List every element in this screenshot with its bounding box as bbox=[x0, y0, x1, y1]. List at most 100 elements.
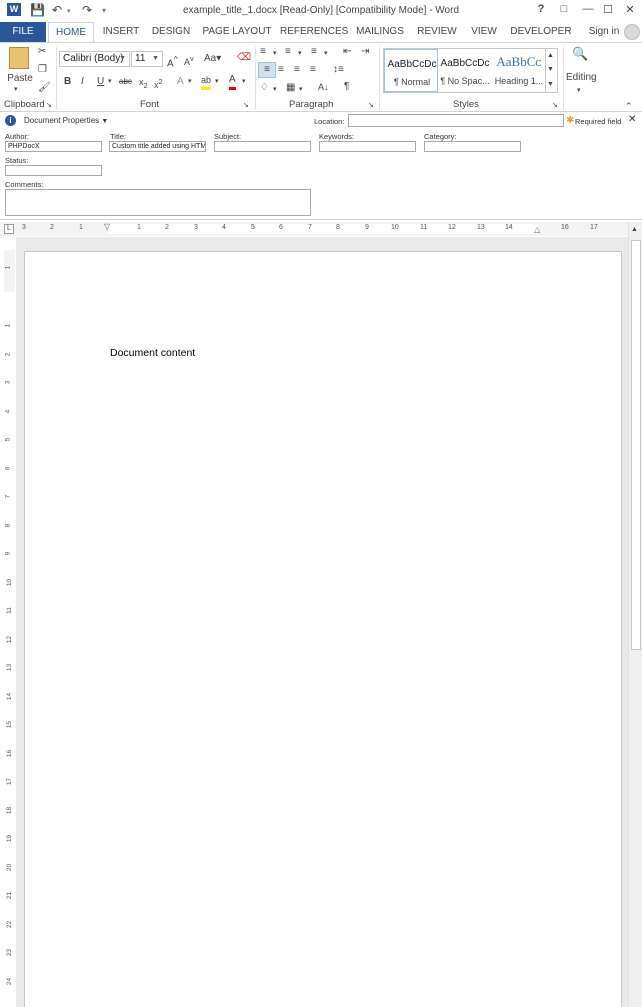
numbering-dropdown-icon[interactable]: ▾ bbox=[298, 47, 302, 61]
document-body-text[interactable]: Document content bbox=[110, 347, 195, 359]
paste-button[interactable]: Paste bbox=[4, 72, 36, 86]
tab-mailings[interactable]: MAILINGS bbox=[352, 22, 408, 42]
align-left-button[interactable]: ≡ bbox=[258, 62, 276, 78]
font-name-combo[interactable]: Calibri (Body) ▼ bbox=[59, 51, 130, 67]
font-color-icon[interactable]: A bbox=[229, 73, 236, 90]
show-formatting-marks-icon[interactable]: ¶ bbox=[344, 80, 349, 94]
tab-review[interactable]: REVIEW bbox=[414, 22, 460, 42]
multilevel-list-icon[interactable]: ≡ bbox=[311, 45, 317, 59]
tab-references[interactable]: REFERENCES bbox=[280, 22, 348, 42]
collapse-ribbon-icon[interactable]: ⌃ bbox=[625, 99, 633, 113]
copy-icon[interactable]: ❐ bbox=[38, 63, 47, 77]
multilevel-list-dropdown-icon[interactable]: ▾ bbox=[324, 47, 328, 61]
vertical-scrollbar[interactable]: ▲ bbox=[628, 222, 642, 1007]
text-effects-icon[interactable]: A bbox=[177, 75, 184, 89]
shrink-font-icon[interactable]: Av bbox=[184, 52, 194, 69]
vertical-ruler-tick-label: 1 bbox=[4, 265, 12, 270]
text-effects-dropdown-icon[interactable]: ▾ bbox=[188, 75, 192, 89]
paste-icon[interactable] bbox=[9, 47, 29, 69]
tab-home[interactable]: HOME bbox=[48, 22, 94, 43]
ruler-tick-label: 1 bbox=[79, 224, 83, 231]
scroll-up-icon[interactable]: ▲ bbox=[631, 223, 638, 237]
clear-formatting-icon[interactable]: ⌫ bbox=[237, 51, 251, 65]
close-icon[interactable]: ✕ bbox=[628, 114, 636, 125]
horizontal-ruler[interactable]: L ▽ △ 3 2 1 1 2 3 4 5 6 7 8 9 10 11 12 1… bbox=[0, 222, 628, 236]
paste-dropdown-icon[interactable]: ▾ bbox=[14, 83, 18, 97]
category-field[interactable] bbox=[424, 141, 521, 152]
bullets-dropdown-icon[interactable]: ▾ bbox=[273, 47, 277, 61]
style-heading-1[interactable]: AaBbCᴄ Heading 1... bbox=[492, 49, 546, 92]
maximize-button[interactable]: ☐ bbox=[598, 3, 618, 16]
borders-icon[interactable]: ▦ bbox=[286, 81, 295, 95]
editing-dropdown-icon[interactable]: ▾ bbox=[577, 84, 581, 98]
font-size-combo[interactable]: 11 ▼ bbox=[131, 51, 163, 67]
line-spacing-icon[interactable]: ↕≡ bbox=[333, 63, 344, 77]
subscript-button[interactable]: x2 bbox=[139, 75, 148, 93]
grow-font-icon[interactable]: A^ bbox=[167, 52, 178, 71]
font-color-dropdown-icon[interactable]: ▾ bbox=[242, 75, 246, 89]
strikethrough-button[interactable]: abc bbox=[119, 75, 132, 89]
help-button[interactable]: ? bbox=[531, 3, 551, 15]
highlight-icon[interactable]: ab bbox=[201, 73, 212, 90]
keywords-field[interactable] bbox=[319, 141, 416, 152]
numbering-icon[interactable]: ≡ bbox=[285, 45, 291, 59]
minimize-button[interactable]: — bbox=[578, 3, 598, 15]
chevron-up-icon[interactable]: ▲ bbox=[547, 49, 554, 63]
justify-button[interactable]: ≡ bbox=[310, 63, 316, 77]
style-normal[interactable]: AaBbCcDc ¶ Normal bbox=[384, 49, 438, 92]
decrease-indent-icon[interactable]: ⇤ bbox=[343, 45, 351, 59]
status-field[interactable] bbox=[5, 165, 102, 176]
shading-icon[interactable]: ♢ bbox=[260, 81, 269, 95]
document-properties-header[interactable]: Document Properties ▼ bbox=[24, 116, 108, 125]
tab-file[interactable]: FILE bbox=[0, 22, 46, 42]
user-avatar[interactable] bbox=[624, 24, 640, 40]
align-center-button[interactable]: ≡ bbox=[278, 63, 284, 77]
align-right-button[interactable]: ≡ bbox=[294, 63, 300, 77]
author-field[interactable]: PHPDocX bbox=[5, 141, 102, 152]
sign-in-link[interactable]: Sign in bbox=[584, 22, 624, 42]
close-button[interactable]: ✕ bbox=[620, 3, 640, 16]
tab-page-layout[interactable]: PAGE LAYOUT bbox=[200, 22, 274, 42]
tab-view[interactable]: VIEW bbox=[466, 22, 502, 42]
underline-dropdown-icon[interactable]: ▾ bbox=[108, 75, 112, 89]
shading-dropdown-icon[interactable]: ▾ bbox=[273, 83, 277, 97]
bold-button[interactable]: B bbox=[64, 75, 71, 89]
tab-insert[interactable]: INSERT bbox=[99, 22, 143, 42]
paragraph-launcher-icon[interactable]: ↘ bbox=[368, 99, 374, 113]
highlight-dropdown-icon[interactable]: ▾ bbox=[215, 75, 219, 89]
editing-button[interactable]: Editing bbox=[566, 71, 597, 85]
info-icon: i bbox=[5, 115, 16, 126]
cut-icon[interactable]: ✂ bbox=[38, 45, 46, 59]
vertical-ruler[interactable]: 1 1 2 3 4 5 6 7 8 9 10 11 12 13 14 15 16 17 18 19 20 21 22 23 24 bbox=[4, 250, 15, 1007]
title-field[interactable]: Custom title added using HTML bbox=[109, 141, 206, 152]
ribbon-display-options-icon[interactable]: □ bbox=[554, 3, 574, 15]
tab-design[interactable]: DESIGN bbox=[148, 22, 194, 42]
scrollbar-thumb[interactable] bbox=[631, 240, 641, 650]
underline-button[interactable]: U bbox=[97, 75, 104, 89]
change-case-button[interactable]: Aa▾ bbox=[204, 52, 221, 66]
ruler-text-area bbox=[108, 224, 538, 234]
chevron-down-icon[interactable]: ▼ bbox=[547, 63, 554, 77]
italic-button[interactable]: I bbox=[81, 75, 84, 89]
tab-selector-icon[interactable]: L bbox=[4, 224, 14, 234]
format-painter-icon[interactable]: 🖌 bbox=[38, 81, 51, 95]
styles-launcher-icon[interactable]: ↘ bbox=[552, 99, 558, 113]
indent-marker-icon[interactable]: ▽ bbox=[104, 222, 110, 231]
divider bbox=[563, 47, 564, 109]
location-field[interactable] bbox=[348, 114, 564, 127]
vertical-ruler-tick-label: 22 bbox=[6, 920, 14, 928]
subject-field[interactable] bbox=[214, 141, 311, 152]
sort-icon[interactable]: A↓ bbox=[318, 80, 329, 94]
borders-dropdown-icon[interactable]: ▾ bbox=[299, 83, 303, 97]
styles-more-icon[interactable]: ▼ bbox=[547, 78, 554, 92]
binoculars-icon[interactable]: 🔍 bbox=[572, 47, 588, 61]
clipboard-launcher-icon[interactable]: ↘ bbox=[46, 99, 52, 113]
font-launcher-icon[interactable]: ↘ bbox=[243, 99, 249, 113]
comments-field[interactable] bbox=[5, 189, 311, 216]
bullets-icon[interactable]: ≡ bbox=[260, 45, 266, 59]
increase-indent-icon[interactable]: ⇥ bbox=[361, 45, 369, 59]
tab-developer[interactable]: DEVELOPER bbox=[508, 22, 574, 42]
document-page[interactable] bbox=[24, 251, 622, 1007]
style-no-spacing[interactable]: AaBbCcDc ¶ No Spac... bbox=[438, 49, 492, 92]
superscript-button[interactable]: x2 bbox=[154, 75, 163, 92]
